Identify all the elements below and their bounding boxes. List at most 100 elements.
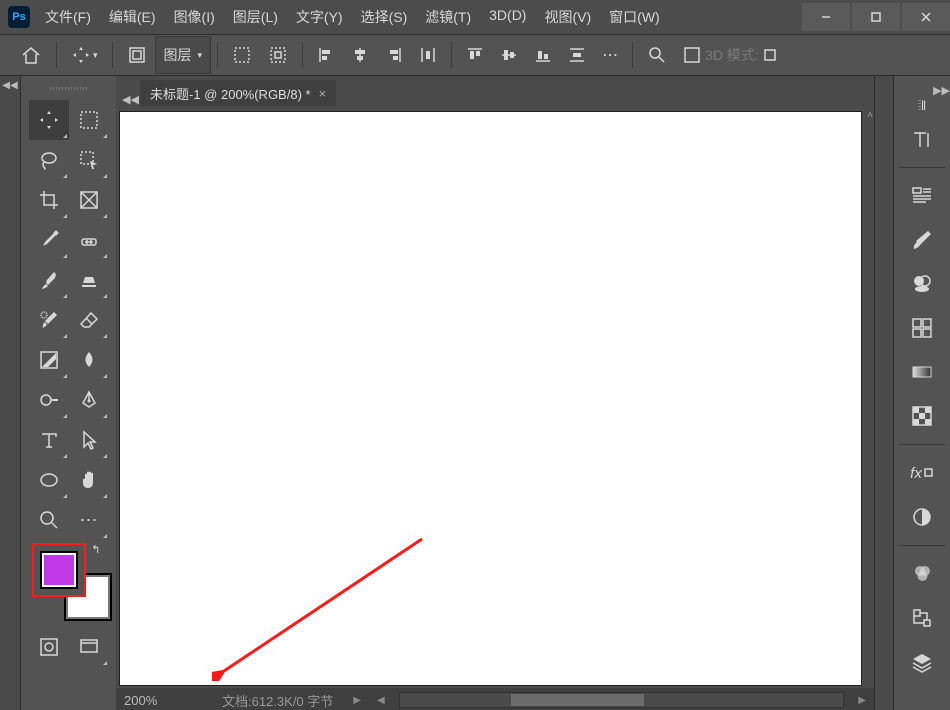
document-tab-title: 未标题-1 @ 200%(RGB/8) * (150, 84, 311, 103)
quick-mask-button[interactable] (29, 627, 69, 667)
align-hcenter-button[interactable] (343, 40, 377, 70)
patterns-panel-icon[interactable] (902, 396, 942, 436)
status-bar: 200% 文档:612.3K/0 字节 ▶ ◀ ▶ (116, 688, 874, 710)
path-select-tool[interactable] (69, 420, 109, 460)
gradient-tool[interactable] (29, 340, 69, 380)
vertical-scrollbar[interactable] (862, 106, 874, 686)
transform-controls-toggle-2[interactable] (260, 40, 296, 70)
distribute-v-button[interactable] (560, 40, 594, 70)
tool-panel: ⋯ ↰ (21, 76, 116, 710)
screen-mode-button[interactable] (69, 627, 109, 667)
scroll-up-icon[interactable]: ˄ (867, 110, 873, 121)
blur-tool[interactable] (69, 340, 109, 380)
align-right-button[interactable] (377, 40, 411, 70)
document-tab[interactable]: 未标题-1 @ 200%(RGB/8) * × (140, 80, 336, 106)
align-bottom-button[interactable] (526, 40, 560, 70)
close-tab-icon[interactable]: × (319, 86, 327, 101)
align-vcenter-button[interactable] (492, 40, 526, 70)
canvas-area: ˄ 200% 文档:612.3K/0 字节 ▶ ◀ ▶ (116, 106, 874, 710)
edit-toolbar-button[interactable]: ⋯ (69, 500, 109, 540)
more-align-button[interactable]: ⋯ (594, 40, 626, 70)
transform-controls-toggle[interactable] (224, 40, 260, 70)
hscroll-left-icon[interactable]: ◀ (369, 695, 393, 706)
hand-tool[interactable] (69, 460, 109, 500)
panel-grip[interactable] (34, 84, 104, 92)
left-collapse-bar[interactable]: ◀◀ (0, 76, 21, 710)
move-tool[interactable] (29, 100, 69, 140)
auto-select-layer-dropdown[interactable]: 图层▾ (155, 36, 212, 74)
distribute-h-button[interactable] (411, 40, 445, 70)
eyedropper-tool[interactable] (29, 220, 69, 260)
menu-type[interactable]: 文字(Y) (287, 0, 352, 34)
auto-select-icon[interactable] (119, 40, 155, 70)
zoom-level[interactable]: 200% (116, 693, 210, 708)
paths-panel-icon[interactable] (902, 598, 942, 638)
close-button[interactable] (902, 3, 950, 31)
document-size-info[interactable]: 文档:612.3K/0 字节 (210, 691, 345, 710)
title-bar: Ps 文件(F) 编辑(E) 图像(I) 图层(L) 文字(Y) 选择(S) 滤… (0, 0, 950, 34)
minimize-button[interactable] (802, 3, 850, 31)
workspace: ◀◀ ⋯ ↰ (0, 76, 950, 710)
paragraph-panel-icon[interactable] (902, 176, 942, 216)
align-left-button[interactable] (309, 40, 343, 70)
maximize-button[interactable] (852, 3, 900, 31)
swatches-panel-icon[interactable] (902, 264, 942, 304)
menu-file[interactable]: 文件(F) (36, 0, 100, 34)
right-collapse-bar[interactable] (874, 76, 893, 710)
shape-tool[interactable] (29, 460, 69, 500)
character-panel-icon[interactable] (902, 119, 942, 159)
options-bar: ▾ 图层▾ ⋯ 3D 模式: (0, 34, 950, 76)
eraser-tool[interactable] (69, 300, 109, 340)
crop-tool[interactable] (29, 180, 69, 220)
canvas[interactable] (119, 111, 862, 686)
status-chevron-icon[interactable]: ▶ (345, 695, 369, 706)
color-swatches: ↰ (29, 543, 109, 623)
adjustments-panel-icon[interactable] (902, 497, 942, 537)
hscroll-right-icon[interactable]: ▶ (850, 695, 874, 706)
clone-stamp-tool[interactable] (69, 260, 109, 300)
history-brush-tool[interactable] (29, 300, 69, 340)
panel-collapse-icon[interactable]: ◀◀ (122, 93, 140, 106)
move-tool-indicator[interactable]: ▾ (63, 40, 106, 70)
right-collapse-icon[interactable]: ▶▶ (888, 82, 950, 99)
swap-colors-icon[interactable]: ↰ (91, 543, 100, 556)
right-panel: ▶▶ ‖ fx (893, 76, 950, 710)
3d-mode-group[interactable]: 3D 模式: (675, 40, 785, 70)
document-area: ◀◀ 未标题-1 @ 200%(RGB/8) * × ˄ 200% 文档:612… (116, 76, 874, 710)
brushes-panel-icon[interactable] (902, 220, 942, 260)
menu-select[interactable]: 选择(S) (352, 0, 417, 34)
menu-view[interactable]: 视图(V) (535, 0, 600, 34)
quick-select-tool[interactable] (69, 140, 109, 180)
healing-brush-tool[interactable] (69, 220, 109, 260)
menu-layer[interactable]: 图层(L) (224, 0, 287, 34)
main-menu: 文件(F) 编辑(E) 图像(I) 图层(L) 文字(Y) 选择(S) 滤镜(T… (36, 0, 669, 34)
dodge-tool[interactable] (29, 380, 69, 420)
home-button[interactable] (12, 40, 50, 70)
window-controls (800, 3, 950, 31)
align-top-button[interactable] (458, 40, 492, 70)
foreground-color-highlight (32, 543, 86, 597)
libraries-panel-icon[interactable] (902, 308, 942, 348)
type-tool[interactable] (29, 420, 69, 460)
frame-tool[interactable] (69, 180, 109, 220)
app-logo: Ps (8, 6, 30, 28)
menu-edit[interactable]: 编辑(E) (100, 0, 165, 34)
styles-panel-icon[interactable]: fx (902, 453, 942, 493)
brush-tool[interactable] (29, 260, 69, 300)
right-panel-grip[interactable]: ‖ (914, 99, 930, 111)
menu-3d[interactable]: 3D(D) (480, 0, 535, 34)
menu-filter[interactable]: 滤镜(T) (416, 0, 480, 34)
zoom-tool[interactable] (29, 500, 69, 540)
menu-window[interactable]: 窗口(W) (600, 0, 669, 34)
foreground-color-swatch[interactable] (40, 551, 78, 589)
menu-image[interactable]: 图像(I) (165, 0, 224, 34)
document-tab-bar: ◀◀ 未标题-1 @ 200%(RGB/8) * × (116, 76, 874, 106)
lasso-tool[interactable] (29, 140, 69, 180)
layers-panel-icon[interactable] (902, 642, 942, 682)
marquee-tool[interactable] (69, 100, 109, 140)
search-icon[interactable] (639, 40, 675, 70)
pen-tool[interactable] (69, 380, 109, 420)
gradients-panel-icon[interactable] (902, 352, 942, 392)
channels-panel-icon[interactable] (902, 554, 942, 594)
horizontal-scrollbar[interactable] (399, 692, 845, 708)
